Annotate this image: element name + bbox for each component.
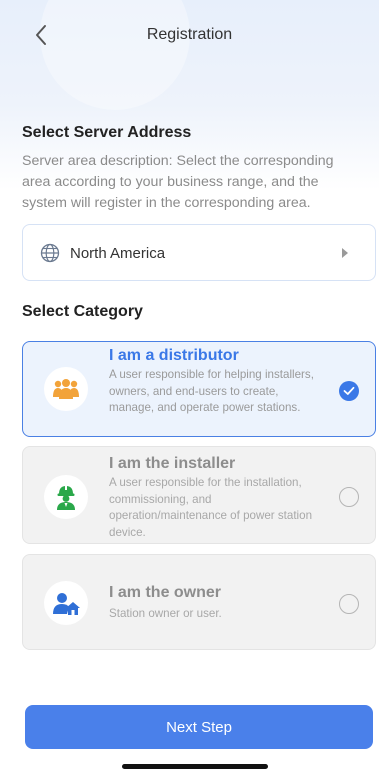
- next-step-button[interactable]: Next Step: [25, 705, 373, 749]
- category-title: I am a distributor: [109, 347, 239, 364]
- installer-icon-badge: [44, 475, 88, 519]
- home-indicator: [122, 764, 268, 769]
- installer-hardhat-icon: [57, 485, 75, 510]
- category-title: I am the installer: [109, 455, 236, 472]
- radio-unchecked[interactable]: [339, 487, 359, 507]
- checkmark-icon: [343, 386, 355, 395]
- server-region-label: North America: [70, 245, 166, 262]
- owner-home-icon: [53, 593, 80, 615]
- distributor-group-icon: [53, 379, 79, 399]
- radio-unchecked[interactable]: [339, 594, 359, 614]
- server-region-selector[interactable]: North America: [22, 224, 376, 281]
- server-description: Server area description: Select the corr…: [22, 153, 334, 211]
- server-section-title: Select Server Address: [22, 124, 192, 141]
- globe-icon: [40, 243, 60, 263]
- caret-right-icon: [342, 248, 348, 258]
- top-bar: Registration: [0, 16, 379, 54]
- category-description: A user responsible for helping installer…: [109, 368, 314, 414]
- page-title: Registration: [146, 26, 233, 43]
- category-option-owner[interactable]: I am the owner Station owner or user.: [22, 554, 376, 650]
- radio-checked[interactable]: [339, 381, 359, 401]
- category-option-installer[interactable]: I am the installer A user responsible fo…: [22, 446, 376, 544]
- category-option-distributor[interactable]: I am a distributor A user responsible fo…: [22, 341, 376, 437]
- category-description: A user responsible for the installation,…: [109, 476, 313, 539]
- owner-icon-badge: [44, 581, 88, 625]
- distributor-icon-badge: [44, 367, 88, 411]
- category-section-title: Select Category: [22, 303, 143, 320]
- category-description: Station owner or user.: [109, 607, 222, 620]
- category-title: I am the owner: [109, 584, 222, 601]
